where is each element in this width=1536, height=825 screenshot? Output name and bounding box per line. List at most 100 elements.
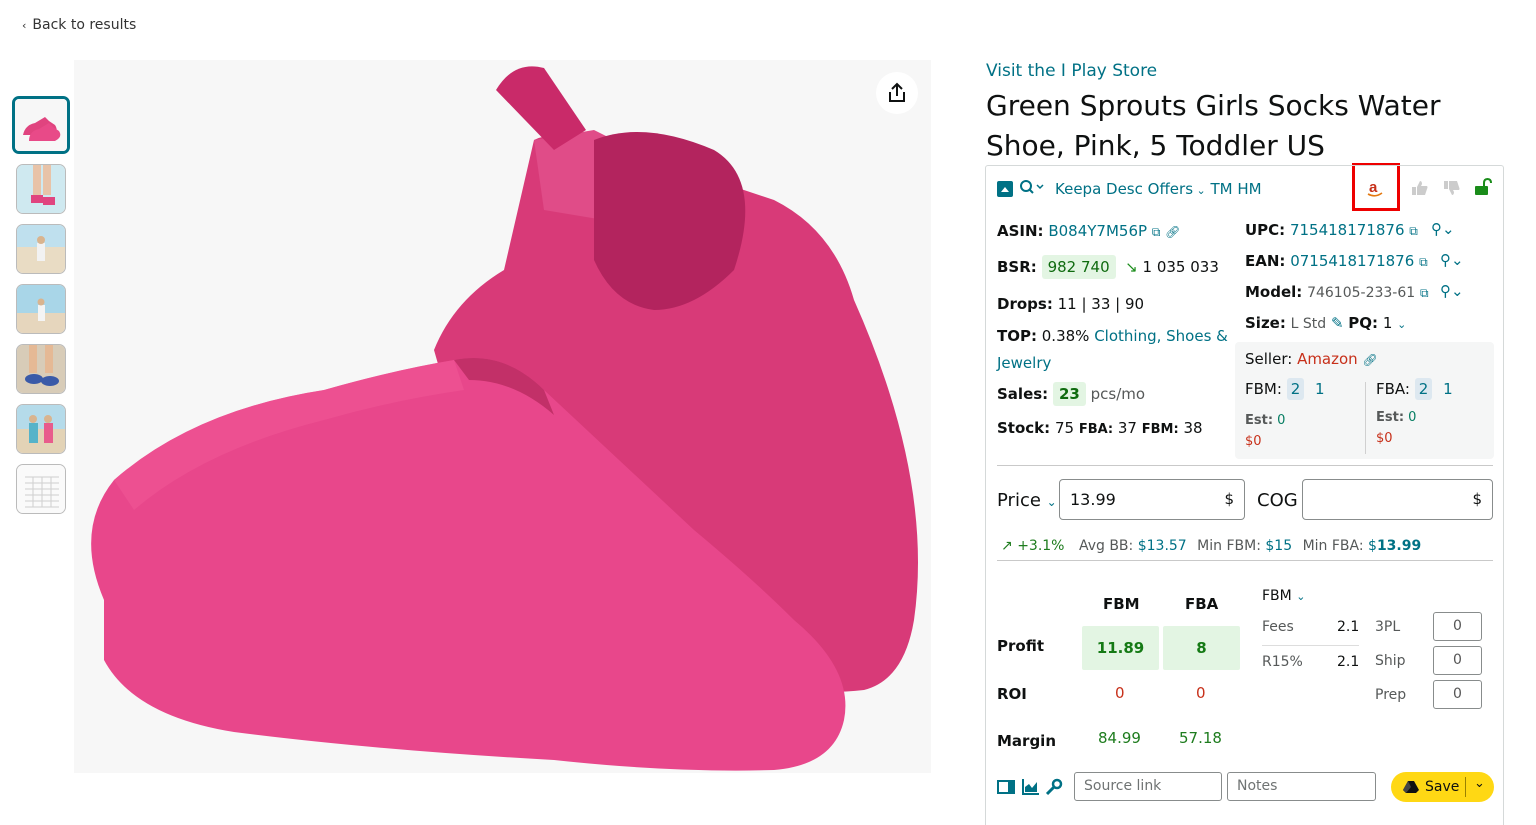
roi-fba: 0: [1196, 684, 1206, 702]
chevron-left-icon: ‹: [22, 19, 27, 32]
est-fbm-label: Est:: [1245, 413, 1274, 428]
cog-input[interactable]: $: [1302, 479, 1493, 520]
drops-label: Drops:: [997, 295, 1053, 313]
min-fbm-label: Min FBM:: [1197, 538, 1261, 554]
est-fba-label: Est:: [1376, 410, 1405, 425]
sales-unit: pcs/mo: [1090, 385, 1146, 403]
divider: [997, 560, 1493, 561]
drive-icon: [1403, 781, 1419, 793]
visit-store-link[interactable]: Visit the I Play Store: [986, 61, 1157, 81]
top-label: TOP:: [997, 327, 1037, 345]
chart-icon[interactable]: [1022, 778, 1040, 799]
seller-box: Seller: Amazon 🔗︎ FBM: 2 1 FBA: 2 1 Est:…: [1235, 342, 1494, 459]
fba-offers-a[interactable]: 2: [1414, 378, 1433, 400]
avg-bb-label: Avg BB:: [1078, 538, 1134, 554]
trend-down-icon: ↘: [1120, 258, 1138, 276]
copy-icon[interactable]: ⧉: [1419, 255, 1428, 269]
hm-link[interactable]: HM: [1237, 180, 1261, 198]
amazon-icon[interactable]: a: [1365, 178, 1385, 202]
fbm-offers-a[interactable]: 2: [1286, 378, 1305, 400]
tm-link[interactable]: TM: [1211, 180, 1233, 198]
margin-label: Margin: [997, 732, 1057, 750]
unlock-icon[interactable]: [1474, 177, 1492, 200]
save-label: Save: [1425, 779, 1460, 795]
3pl-input[interactable]: 0: [1433, 612, 1482, 641]
divider: [997, 465, 1493, 466]
back-to-results-link[interactable]: ‹ Back to results: [22, 17, 136, 33]
copy-icon[interactable]: ⧉: [1409, 224, 1418, 238]
chevron-down-icon[interactable]: ⌄: [1474, 776, 1485, 791]
thumbnail-7[interactable]: [16, 464, 66, 514]
keepa-desc-link[interactable]: Keepa Desc: [1055, 180, 1143, 198]
seller-value[interactable]: Amazon: [1297, 350, 1358, 368]
share-button[interactable]: [876, 72, 918, 114]
panel-toggle-icon[interactable]: [997, 779, 1015, 799]
margin-fba: 57.18: [1179, 729, 1222, 747]
chevron-down-icon: ⌄: [1193, 184, 1206, 197]
thumbnail-1[interactable]: [12, 96, 70, 154]
roi-fbm: 0: [1115, 684, 1125, 702]
stock-fbm-label: FBM:: [1141, 422, 1179, 437]
upc-value[interactable]: 715418171876: [1290, 221, 1405, 239]
fee-mode[interactable]: FBM: [1262, 588, 1292, 604]
thumbs-down-icon[interactable]: [1443, 180, 1461, 200]
edit-icon[interactable]: ✎: [1331, 314, 1344, 332]
cog-label: COG: [1257, 490, 1298, 511]
link-icon[interactable]: 🔗︎: [1165, 225, 1180, 239]
thumbnail-4[interactable]: [16, 284, 66, 334]
bsr-prev: 1 035 033: [1142, 258, 1219, 276]
thumbnail-6[interactable]: [16, 404, 66, 454]
fba-offers-label: FBA:: [1376, 380, 1410, 398]
pq-label: PQ:: [1348, 314, 1379, 332]
min-fbm-value: $15: [1265, 538, 1293, 554]
model-value: 746105-233-61: [1307, 285, 1416, 301]
drops-value: 11 | 33 | 90: [1057, 295, 1145, 313]
ean-search-icon[interactable]: ⚲⌄: [1440, 251, 1464, 269]
search-dropdown[interactable]: [1019, 179, 1045, 201]
fees-value: 2.1: [1337, 619, 1360, 635]
ean-label: EAN:: [1245, 252, 1286, 270]
offers-link[interactable]: Offers: [1148, 180, 1193, 198]
thumbnail-2[interactable]: [16, 164, 66, 214]
collapse-button[interactable]: [997, 181, 1013, 201]
top-category-link[interactable]: Clothing, Shoes &: [1094, 327, 1228, 345]
fbm-offers-b[interactable]: 1: [1315, 380, 1325, 398]
thumbnail-3[interactable]: [16, 224, 66, 274]
save-button[interactable]: Save ⌄: [1391, 772, 1494, 802]
price-currency: $: [1224, 490, 1234, 508]
seller-divider: [1365, 382, 1366, 454]
price-input[interactable]: 13.99 $: [1059, 479, 1245, 520]
link-icon[interactable]: 🔗︎: [1362, 353, 1377, 367]
chevron-down-icon[interactable]: ⌄: [1047, 495, 1057, 509]
profit-label: Profit: [997, 637, 1044, 655]
avg-bb-value: $13.57: [1137, 538, 1187, 554]
chevron-down-icon[interactable]: ⌄: [1397, 318, 1406, 331]
share-icon: [889, 82, 905, 102]
search-icon: [1020, 180, 1044, 194]
ship-input[interactable]: 0: [1433, 646, 1482, 675]
ean-value[interactable]: 0715418171876: [1290, 252, 1414, 270]
top-pct: 0.38%: [1041, 327, 1090, 345]
price-label: Price: [997, 490, 1041, 511]
source-link-input[interactable]: Source link: [1074, 772, 1222, 801]
model-search-icon[interactable]: ⚲⌄: [1440, 282, 1464, 300]
copy-icon[interactable]: ⧉: [1420, 286, 1429, 300]
top-category-link-2[interactable]: Jewelry: [997, 354, 1051, 372]
asin-label: ASIN:: [997, 222, 1044, 240]
stock-fbm: 38: [1183, 419, 1203, 437]
thumbs-up-icon[interactable]: [1411, 180, 1429, 200]
thumbnail-5[interactable]: [16, 344, 66, 394]
upc-search-icon[interactable]: ⚲⌄: [1431, 220, 1455, 238]
r15-label: R15%: [1262, 654, 1303, 670]
notes-input[interactable]: Notes: [1227, 772, 1376, 801]
bsr-label: BSR:: [997, 258, 1037, 276]
copy-icon[interactable]: ⧉: [1152, 225, 1161, 239]
chevron-down-icon[interactable]: ⌄: [1296, 590, 1305, 603]
prep-input[interactable]: 0: [1433, 680, 1482, 709]
fba-offers-b[interactable]: 1: [1443, 380, 1453, 398]
pq-value[interactable]: 1: [1383, 314, 1393, 332]
asin-value[interactable]: B084Y7M56P: [1048, 222, 1147, 240]
wrench-icon[interactable]: [1045, 778, 1063, 800]
stock-fba: 37: [1117, 419, 1137, 437]
main-product-image[interactable]: [74, 60, 931, 773]
